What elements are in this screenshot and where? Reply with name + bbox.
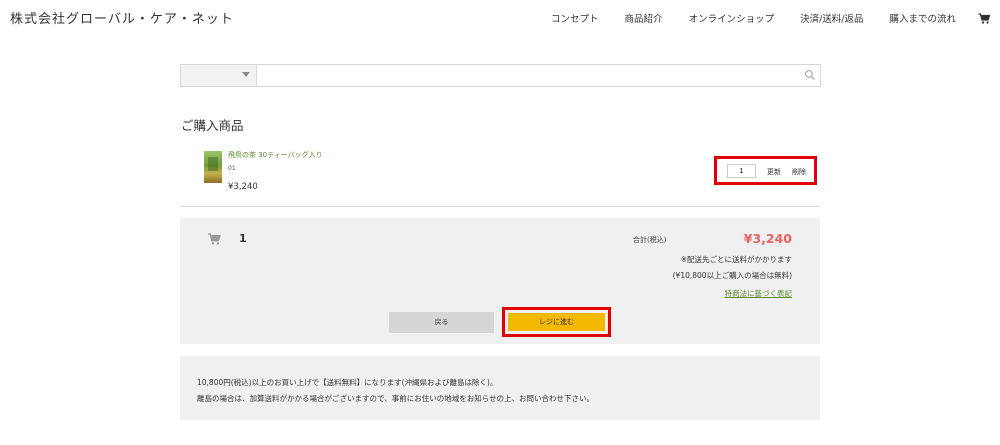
main-nav: コンセプト 商品紹介 オンラインショップ 決済/送料/返品 購入までの流れ: [525, 11, 990, 25]
shipping-info-panel: 10,800円(税込)以上のお買い上げで【送料無料】になります(沖縄県および離島…: [180, 356, 820, 420]
divider: [180, 206, 820, 207]
nav-item-concept[interactable]: コンセプト: [551, 11, 599, 25]
search-icon[interactable]: [804, 69, 816, 81]
quantity-controls: 更新 削除: [714, 156, 817, 185]
brand-logo-text[interactable]: 株式会社グローバル・ケア・ネット: [10, 8, 234, 27]
back-button[interactable]: 戻る: [389, 312, 494, 333]
quantity-input[interactable]: [727, 164, 756, 178]
search-category-select[interactable]: [181, 65, 257, 86]
product-name-link[interactable]: 飛鳥の茶 30ティーバッグ入り: [228, 150, 323, 160]
shipping-info-line: 離島の場合は、加算送料がかかる場合がございますので、事前にお住いの地域をお知らせ…: [197, 394, 595, 403]
cart-icon: [208, 233, 221, 245]
nav-item-products[interactable]: 商品紹介: [625, 11, 663, 25]
checkout-highlight: レジに進む: [502, 307, 611, 337]
delete-button[interactable]: 削除: [792, 167, 806, 177]
site-header: 株式会社グローバル・ケア・ネット コンセプト 商品紹介 オンラインショップ 決済…: [0, 0, 1000, 36]
search-bar: [180, 64, 821, 87]
nav-item-payment-shipping[interactable]: 決済/送料/返品: [800, 11, 863, 25]
update-button[interactable]: 更新: [767, 167, 781, 177]
cart-item-count: 1: [239, 232, 247, 245]
cart-icon[interactable]: [978, 12, 990, 24]
total-amount: ¥3,240: [743, 231, 792, 246]
product-thumbnail[interactable]: [204, 151, 222, 183]
shipping-info-line: 10,800円(税込)以上のお買い上げで【送料無料】になります(沖縄県および離島…: [197, 378, 498, 387]
search-input[interactable]: [257, 65, 820, 86]
total-label: 合計(税込): [633, 236, 667, 244]
cart-summary: 1 合計(税込) ¥3,240 ※配送先ごとに送料がかかります (¥10,800…: [180, 218, 820, 344]
nav-item-online-shop[interactable]: オンラインショップ: [689, 11, 775, 25]
checkout-button[interactable]: レジに進む: [508, 313, 605, 331]
page-title: ご購入商品: [181, 118, 244, 133]
commerce-law-link[interactable]: 特商法に基づく表記: [725, 288, 793, 299]
product-variant: 01: [228, 165, 236, 172]
product-price: ¥3,240: [228, 182, 258, 192]
shipping-note: ※配送先ごとに送料がかかります: [680, 255, 792, 264]
free-shipping-note: (¥10,800以上ご購入の場合は無料): [672, 271, 792, 280]
chevron-down-icon: [242, 72, 250, 77]
nav-item-purchase-flow[interactable]: 購入までの流れ: [889, 11, 956, 25]
